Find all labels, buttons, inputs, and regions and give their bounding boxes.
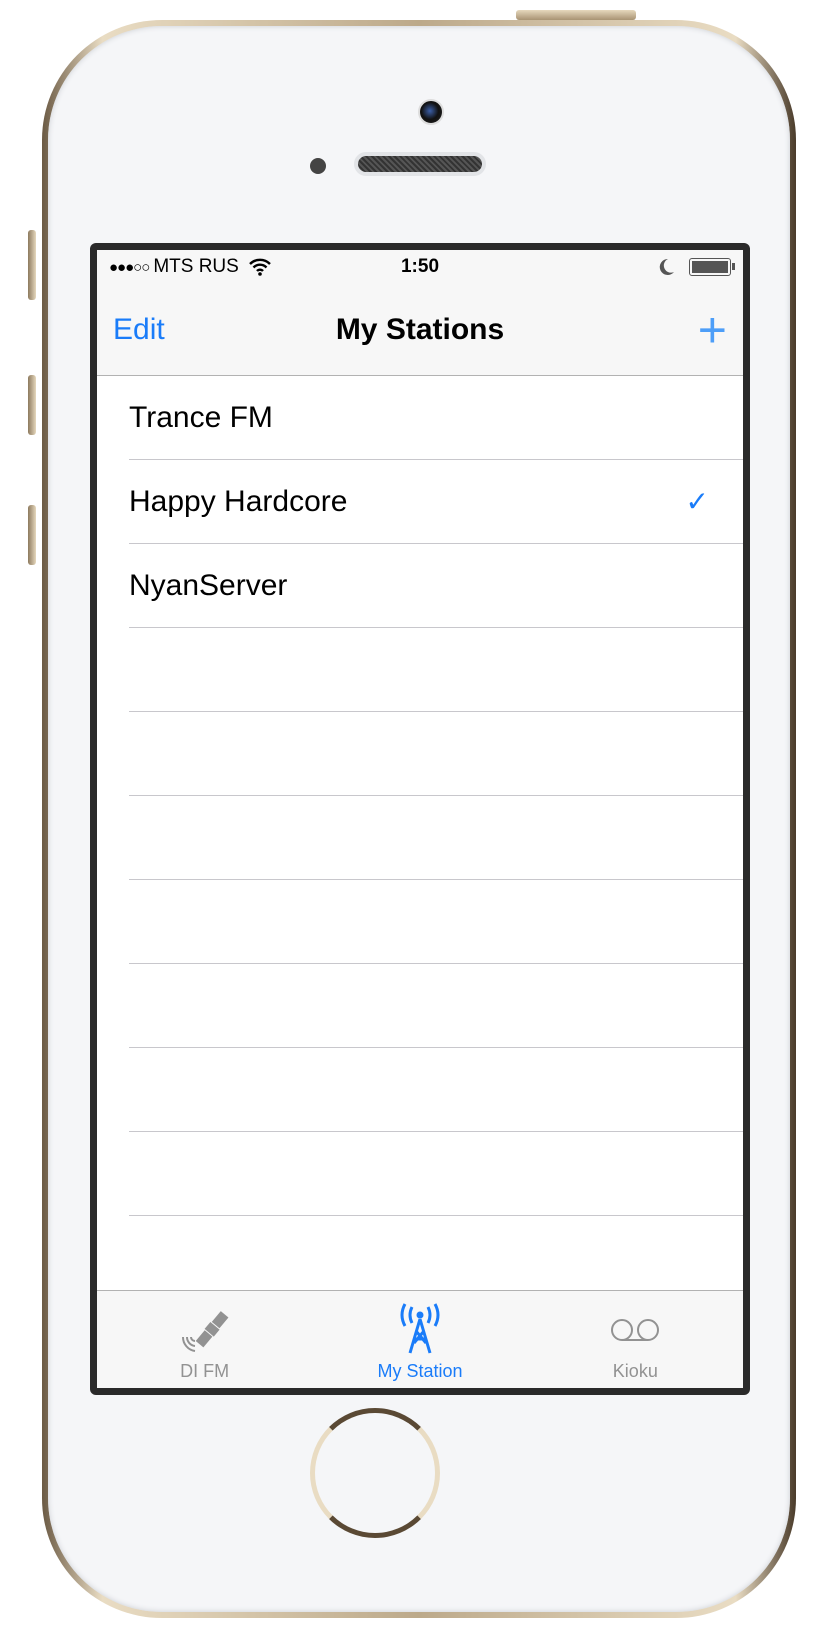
page-title: My Stations — [335, 312, 505, 346]
satellite-icon — [181, 1311, 229, 1352]
stations-list: Trance FM Happy Hardcore ✓ NyanServer — [97, 376, 743, 1216]
volume-up-button — [28, 375, 36, 435]
empty-row — [129, 1048, 743, 1132]
tab-bar: DI FM My Station Kioku — [97, 1290, 743, 1388]
checkmark-icon: ✓ — [685, 486, 709, 517]
volume-down-button — [28, 505, 36, 565]
tab-label: DI FM — [180, 1361, 230, 1381]
wifi-icon — [248, 258, 271, 276]
station-row[interactable]: NyanServer — [129, 544, 743, 628]
tab-label: My Station — [377, 1361, 463, 1381]
navigation-bar: Edit My Stations + — [97, 284, 743, 376]
tab-di-fm[interactable]: DI FM — [97, 1291, 312, 1388]
carrier-name: MTS RUS — [153, 256, 239, 277]
station-name: NyanServer — [129, 568, 288, 602]
earpiece-speaker — [354, 152, 486, 176]
tab-my-station[interactable]: My Station — [312, 1291, 527, 1388]
battery-icon — [689, 258, 735, 276]
empty-row — [129, 712, 743, 796]
empty-row — [129, 964, 743, 1048]
empty-row — [129, 796, 743, 880]
edit-button[interactable]: Edit — [113, 313, 165, 347]
station-row[interactable]: Trance FM — [129, 376, 743, 460]
tab-kioku[interactable]: Kioku — [528, 1291, 743, 1388]
station-name: Trance FM — [129, 400, 273, 434]
signal-strength: ●●●○○ — [109, 258, 150, 276]
radio-tower-icon — [400, 1303, 440, 1354]
empty-row — [129, 880, 743, 964]
add-station-button[interactable]: + — [698, 305, 727, 355]
proximity-sensor — [310, 158, 326, 174]
voicemail-icon — [611, 1319, 660, 1341]
status-bar: ●●●○○ MTS RUS 1:50 — [97, 250, 743, 284]
empty-row — [129, 1132, 743, 1216]
power-button — [516, 10, 636, 20]
mute-switch — [28, 230, 36, 300]
front-camera — [418, 99, 444, 125]
tab-label: Kioku — [612, 1361, 658, 1381]
home-button[interactable] — [310, 1408, 440, 1538]
empty-row — [129, 628, 743, 712]
phone-frame: ●●●○○ MTS RUS 1:50 Edit My Stations + Tr… — [28, 10, 796, 1618]
screen: ●●●○○ MTS RUS 1:50 Edit My Stations + Tr… — [90, 243, 750, 1395]
station-row[interactable]: Happy Hardcore ✓ — [129, 460, 743, 544]
do-not-disturb-moon-icon — [659, 258, 674, 275]
station-name: Happy Hardcore — [129, 484, 348, 518]
